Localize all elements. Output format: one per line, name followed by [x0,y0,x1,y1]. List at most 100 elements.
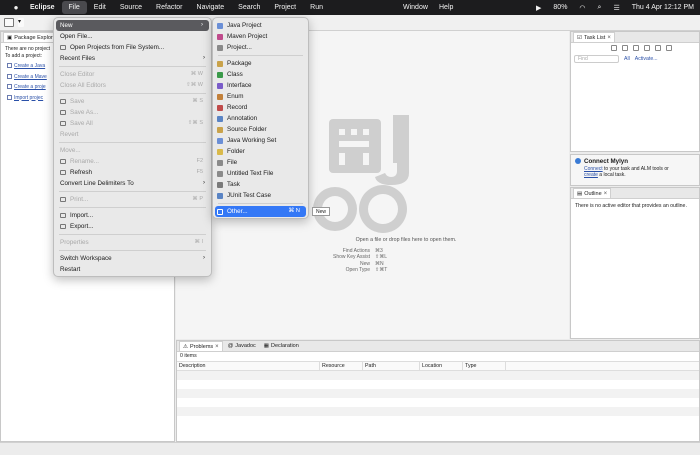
interface-icon [217,83,223,89]
tab-problems[interactable]: ⚠ Problems × [179,341,223,351]
menu-refactor[interactable]: Refactor [149,1,189,14]
menu-item-save-as[interactable]: Save As... [54,107,211,118]
filter-icon[interactable] [644,45,650,51]
new-menu-item-record[interactable]: Record [213,102,308,113]
class-icon [217,72,223,78]
apple-icon[interactable]: ● [9,3,23,12]
menu-file[interactable]: File [61,1,87,14]
menu-item-import[interactable]: Import... [54,210,211,221]
new-menu-item-task[interactable]: Task [213,179,308,190]
menu-navigate[interactable]: Navigate [190,1,232,14]
menu-help[interactable]: Help [432,1,460,14]
chevron-right-icon: › [203,180,205,186]
play-icon[interactable]: ▶ [530,4,547,12]
menu-search[interactable]: Search [231,1,267,14]
menu-item-properties[interactable]: Properties ⌘ I [54,237,211,248]
task-find-input[interactable]: Find [574,55,619,63]
create-link[interactable]: create [584,172,598,178]
new-menu-item-java-working-set[interactable]: Java Working Set [213,135,308,146]
new-menu-item-maven-project[interactable]: Maven Project [213,31,308,42]
menu-item-restart[interactable]: Restart [54,264,211,275]
new-menu-item-enum[interactable]: Enum [213,91,308,102]
new-menu-item-other[interactable]: Other... ⌘ N [215,206,306,217]
sync-icon[interactable] [633,45,639,51]
col-location[interactable]: Location [420,362,463,370]
menu-edit[interactable]: Edit [87,1,113,14]
new-menu-item-java-project[interactable]: Java Project [213,20,308,31]
new-menu-item-interface[interactable]: Interface [213,80,308,91]
col-description[interactable]: Description [177,362,320,370]
menu-item-rename[interactable]: Rename... F2 [54,156,211,167]
new-menu-item-package[interactable]: Package [213,58,308,69]
menu-item-revert[interactable]: Revert [54,129,211,140]
collapse-icon[interactable] [655,45,661,51]
menu-window[interactable]: Window [396,1,435,14]
new-menu-item-class[interactable]: Class [213,69,308,80]
clock[interactable]: Thu 4 Apr 12:12 PM [626,4,700,11]
search-icon[interactable]: ⌕ [592,4,608,12]
problems-icon: ⚠ [183,343,188,350]
chevron-down-icon[interactable]: ▾ [18,18,24,27]
menu-item-move[interactable]: Move... [54,145,211,156]
menu-project[interactable]: Project [267,1,303,14]
tab-label: Task List [583,34,606,41]
new-task-icon[interactable] [611,45,617,51]
new-menu-item-source-folder[interactable]: Source Folder [213,124,308,135]
col-path[interactable]: Path [363,362,420,370]
menu-item-close-editor[interactable]: Close Editor ⌘ W [54,69,211,80]
menu-item-open-file[interactable]: Open File... [54,31,211,42]
new-menu-item-folder[interactable]: Folder [213,146,308,157]
menu-item-convert-line-delimiters[interactable]: Convert Line Delimiters To › [54,178,211,189]
task-activate[interactable]: Activate... [635,56,658,62]
table-row [177,380,699,389]
new-wizard-icon[interactable] [4,18,14,27]
focus-icon[interactable] [666,45,672,51]
control-center-icon[interactable]: ☰ [607,4,625,12]
menu-item-recent-files[interactable]: Recent Files › [54,53,211,64]
tab-javadoc[interactable]: @ Javadoc [225,341,259,351]
chevron-right-icon: › [203,255,205,261]
table-row [177,416,699,425]
menu-item-open-projects[interactable]: Open Projects from File System... [54,42,211,53]
tab-declaration[interactable]: ▦ Declaration [261,341,302,351]
wifi-icon[interactable]: ◠ [573,4,591,12]
task-filter-all[interactable]: All [624,56,630,62]
menu-item-new[interactable]: New › [56,20,209,31]
new-menu-item-untitled-text-file[interactable]: Untitled Text File [213,168,308,179]
package-icon: ▣ [7,34,13,41]
col-resource[interactable]: Resource [320,362,363,370]
close-icon[interactable]: × [604,189,608,199]
menu-item-save[interactable]: Save ⌘ S [54,96,211,107]
new-menu-item-project[interactable]: Project... [213,42,308,53]
battery-label[interactable]: 80% [547,4,573,11]
menu-separator [59,191,206,192]
tab-outline[interactable]: ▤ Outline × [573,188,612,199]
file-icon [217,160,223,166]
tooltip-new: New [312,207,331,216]
table-row [177,407,699,416]
menu-item-switch-workspace[interactable]: Switch Workspace › [54,253,211,264]
tab-task-list[interactable]: ☑ Task List × [573,32,615,42]
save-all-icon [60,121,66,126]
menu-item-print[interactable]: Print... ⌘ P [54,194,211,205]
folder-icon [217,149,223,155]
outline-message: There is no active editor that provides … [575,203,687,209]
new-menu-item-junit-test-case[interactable]: JUnit Test Case [213,190,308,201]
menu-run[interactable]: Run [303,1,330,14]
task-icon [217,182,223,188]
menu-source[interactable]: Source [113,1,149,14]
new-menu-item-annotation[interactable]: Annotation [213,113,308,124]
menu-item-refresh[interactable]: Refresh F5 [54,167,211,178]
menu-item-export[interactable]: Export... [54,221,211,232]
problems-tabbar: ⚠ Problems × @ Javadoc ▦ Declaration [177,341,699,352]
menu-separator [59,142,206,143]
col-type[interactable]: Type [463,362,506,370]
menu-app-eclipse[interactable]: Eclipse [23,1,62,14]
close-icon[interactable]: × [607,33,611,43]
tab-label: Outline [584,190,602,197]
menu-item-close-all[interactable]: Close All Editors ⇧⌘ W [54,80,211,91]
categorize-icon[interactable] [622,45,628,51]
menu-item-save-all[interactable]: Save All ⇧⌘ S [54,118,211,129]
close-icon[interactable]: × [215,342,219,352]
new-menu-item-file[interactable]: File [213,157,308,168]
